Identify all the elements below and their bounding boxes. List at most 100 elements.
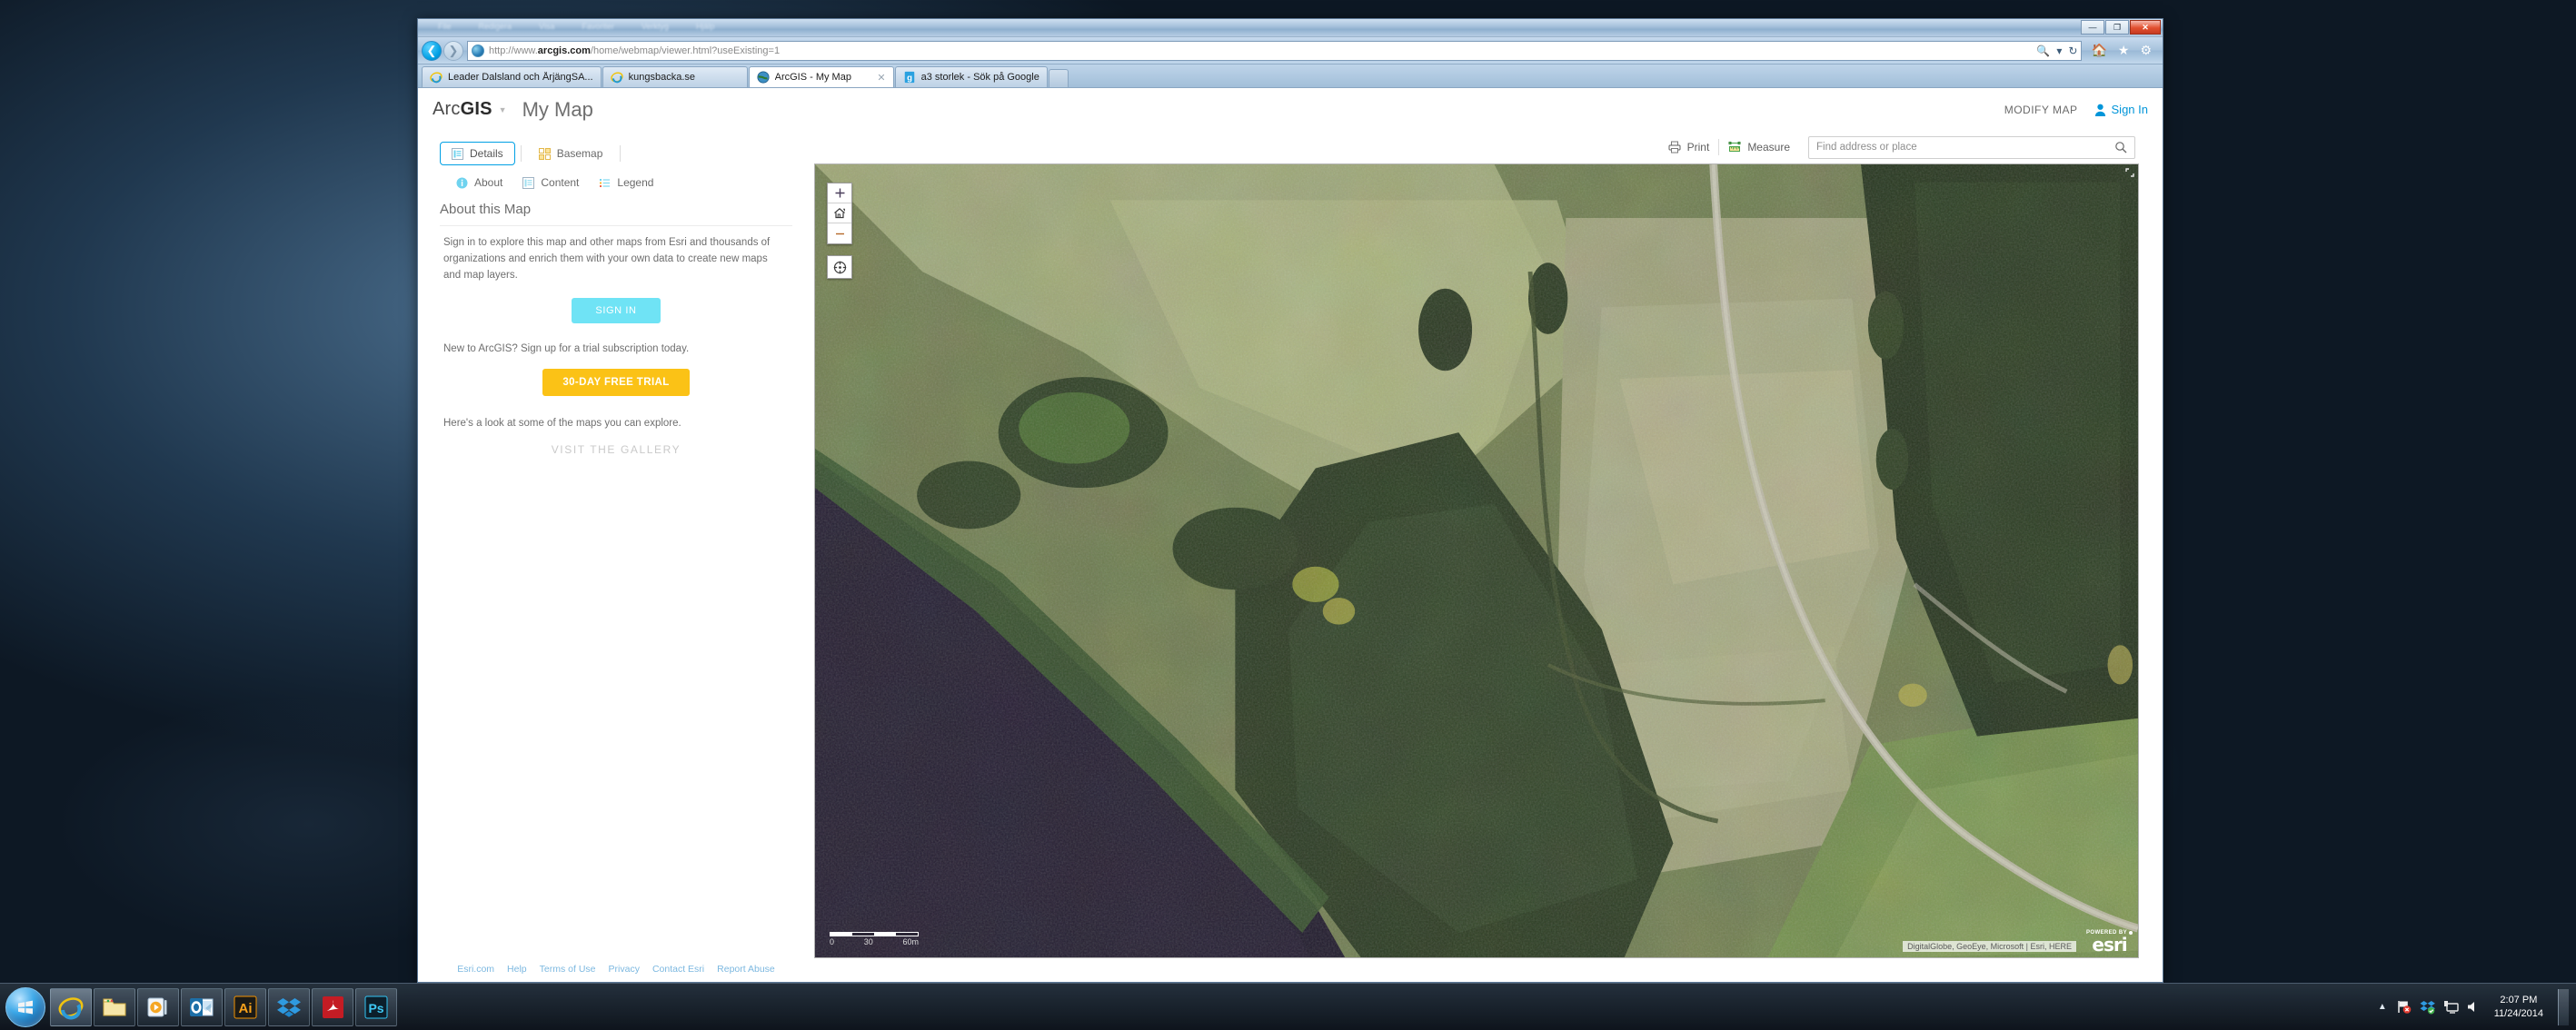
locate-icon — [833, 261, 846, 273]
legend-icon — [600, 178, 611, 187]
new-tab-button[interactable] — [1048, 69, 1069, 87]
volume-icon[interactable] — [2467, 1000, 2480, 1014]
footer-link-report-abuse[interactable]: Report Abuse — [717, 964, 775, 975]
taskbar-item-media-player[interactable] — [137, 987, 179, 1026]
flag-alert-icon[interactable] — [2396, 999, 2412, 1015]
locate-button[interactable] — [827, 255, 852, 279]
show-desktop-button[interactable] — [2558, 988, 2569, 1025]
browser-window: File Redigera Visa Favoriter Verktyg Hjä… — [417, 18, 2163, 983]
photoshop-icon: Ps — [364, 995, 388, 1018]
browser-tab-1-label: Leader Dalsland och ÅrjängSA... — [448, 72, 593, 83]
esri-dot-icon — [2129, 931, 2133, 935]
browser-tab-2-label: kungsbacka.se — [628, 72, 695, 83]
show-hidden-icons-icon[interactable]: ▲ — [2378, 1002, 2387, 1012]
address-bar[interactable]: http://www.arcgis.com/home/webmap/viewer… — [467, 40, 2083, 61]
menu-item-file[interactable]: File — [438, 22, 452, 31]
footer-link-contact[interactable]: Contact Esri — [652, 964, 704, 975]
scale-segment — [874, 933, 896, 936]
scale-bar: 0 30 60m — [830, 932, 919, 946]
menu-item-view[interactable]: Visa — [539, 22, 554, 31]
about-description: Sign in to explore this map and other ma… — [443, 237, 771, 281]
scale-segment — [852, 933, 874, 936]
svg-text:Ai: Ai — [239, 1001, 253, 1016]
browser-tab-1[interactable]: Leader Dalsland och ÅrjängSA... — [422, 66, 602, 87]
chevron-down-icon[interactable]: ▼ — [499, 105, 507, 114]
gear-icon[interactable]: ⚙ — [2140, 43, 2152, 58]
subtab-about-label: About — [474, 176, 503, 189]
close-button[interactable]: ✕ — [2130, 20, 2161, 35]
search-input[interactable] — [1816, 142, 2114, 153]
menu-item-favorites[interactable]: Favoriter — [582, 22, 614, 31]
tab-basemap-label: Basemap — [556, 147, 603, 160]
back-arrow-icon[interactable]: ❮ — [422, 40, 442, 61]
details-panel: Details Basemap About Content Legend Abo… — [418, 131, 814, 982]
map-zoom-controls — [827, 183, 852, 244]
arcgis-icon — [472, 44, 484, 57]
ie-icon — [430, 72, 443, 84]
taskbar-item-photoshop[interactable]: Ps — [355, 987, 397, 1026]
scale-label-60: 60m — [902, 937, 919, 946]
arcgis-page: ArcGIS ▼ My Map MODIFY MAP Sign In Detai… — [418, 88, 2163, 982]
subtab-content[interactable]: Content — [522, 176, 579, 189]
menu-item-edit[interactable]: Redigera — [479, 22, 512, 31]
sign-in-button[interactable]: SIGN IN — [572, 298, 661, 324]
forward-arrow-icon[interactable]: ❯ — [443, 40, 463, 61]
footer-link-help[interactable]: Help — [507, 964, 527, 975]
close-icon[interactable]: ✕ — [871, 72, 885, 84]
taskbar-item-file-explorer[interactable] — [94, 987, 135, 1026]
sign-in-link[interactable]: Sign In — [2094, 103, 2148, 116]
dropbox-tray-icon[interactable] — [2420, 1000, 2435, 1015]
clock-date: 11/24/2014 — [2493, 1007, 2543, 1019]
browser-tab-3[interactable]: ArcGIS - My Map ✕ — [748, 66, 894, 87]
windows-start-icon[interactable] — [5, 986, 45, 1027]
system-tray: ▲ 2:07 PM 11/24/2014 — [2378, 988, 2574, 1025]
taskbar-item-internet-explorer[interactable] — [50, 987, 92, 1026]
footer-link-privacy[interactable]: Privacy — [609, 964, 640, 975]
plus-icon — [835, 188, 844, 198]
details-icon — [452, 147, 463, 160]
footer-link-terms[interactable]: Terms of Use — [540, 964, 596, 975]
browser-menu-bar[interactable]: File Redigera Visa Favoriter Verktyg Hjä… — [438, 22, 714, 31]
expand-icon[interactable] — [2125, 168, 2134, 177]
default-extent-button[interactable] — [828, 203, 851, 223]
folder-icon — [103, 998, 126, 1015]
home-icon[interactable]: 🏠 — [2091, 43, 2106, 58]
restore-button[interactable]: ❐ — [2105, 20, 2129, 35]
chevron-down-icon[interactable]: ▾ — [2056, 45, 2062, 57]
sign-in-label: Sign In — [2111, 103, 2148, 116]
taskbar-clock[interactable]: 2:07 PM 11/24/2014 — [2489, 994, 2549, 1021]
network-icon[interactable] — [2443, 1000, 2459, 1015]
star-icon[interactable]: ★ — [2118, 43, 2130, 58]
taskbar-item-illustrator[interactable]: Ai — [224, 987, 266, 1026]
free-trial-button[interactable]: 30-DAY FREE TRIAL — [542, 369, 690, 397]
refresh-icon[interactable]: ↻ — [2068, 45, 2077, 57]
home-icon — [833, 208, 845, 219]
search-icon[interactable]: 🔍 — [2036, 45, 2050, 57]
subtab-about[interactable]: About — [456, 176, 502, 189]
map-viewport[interactable]: 0 30 60m DigitalGlobe, GeoEye, Microsoft… — [814, 163, 2139, 958]
subtab-legend[interactable]: Legend — [599, 176, 653, 189]
tab-basemap[interactable]: Basemap — [527, 142, 615, 165]
zoom-out-button[interactable] — [828, 223, 851, 243]
tab-details[interactable]: Details — [440, 142, 515, 165]
menu-item-help[interactable]: Hjälp — [696, 22, 715, 31]
menu-item-tools[interactable]: Verktyg — [642, 22, 669, 31]
zoom-in-button[interactable] — [828, 183, 851, 203]
footer-link-esri-com[interactable]: Esri.com — [457, 964, 494, 975]
scale-segment — [896, 933, 918, 936]
browser-tab-2[interactable]: kungsbacka.se — [602, 66, 748, 87]
search-icon[interactable] — [2114, 141, 2127, 154]
arcgis-logo[interactable]: ArcGIS — [433, 99, 492, 120]
modify-map-button[interactable]: MODIFY MAP — [2004, 104, 2078, 116]
visit-gallery-button[interactable]: VISIT THE GALLERY — [552, 443, 681, 456]
minimize-button[interactable]: — — [2081, 20, 2104, 35]
measure-button[interactable]: Measure — [1728, 141, 1790, 154]
window-controls: — ❐ ✕ — [2080, 20, 2161, 35]
taskbar-item-outlook[interactable] — [181, 987, 223, 1026]
map-search-box[interactable] — [1808, 135, 2135, 159]
taskbar-item-dropbox[interactable] — [268, 987, 310, 1026]
scale-label-30: 30 — [863, 937, 873, 946]
print-button[interactable]: Print — [1668, 141, 1709, 154]
taskbar-item-acrobat-reader[interactable] — [312, 987, 353, 1026]
browser-tab-4[interactable]: g a3 storlek - Sök på Google — [894, 66, 1048, 87]
